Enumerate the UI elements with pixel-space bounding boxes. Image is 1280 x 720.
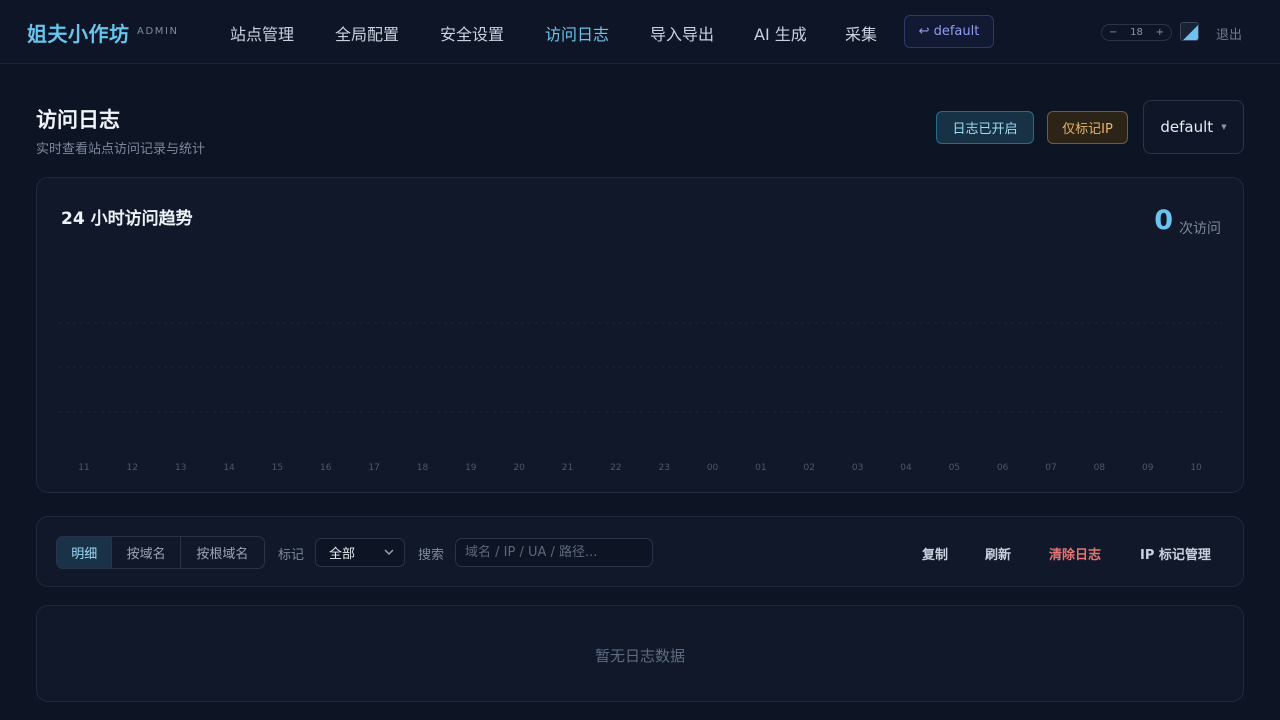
brand-subtitle: ADMIN <box>137 26 179 37</box>
nav-item-ai-generate[interactable]: AI 生成 <box>754 21 807 45</box>
nav-item-security[interactable]: 安全设置 <box>440 21 504 45</box>
search-input[interactable] <box>455 538 653 567</box>
trend-chart: 11 12 13 14 15 16 17 18 19 20 21 22 23 00 01 02 03 04 05 06… <box>59 322 1223 473</box>
log-list-card: 暂无日志数据 <box>36 605 1244 702</box>
x-tick-label: 12 <box>127 463 138 473</box>
refresh-button[interactable]: 刷新 <box>985 544 1011 563</box>
mark-filter-select[interactable]: 全部 <box>315 538 405 567</box>
x-tick-label: 19 <box>465 463 477 473</box>
x-tick-label: 23 <box>658 463 669 473</box>
top-navbar: 姐夫小作坊 ADMIN 站点管理 全局配置 安全设置 访问日志 导入导出 AI … <box>0 0 1280 64</box>
site-select-dropdown[interactable]: default ▼ <box>1143 100 1244 154</box>
x-tick-label: 17 <box>368 463 379 473</box>
x-tick-label: 02 <box>804 463 815 473</box>
chevron-down-icon <box>384 547 394 558</box>
x-tick-label: 22 <box>610 463 621 473</box>
x-tick-label: 10 <box>1190 463 1202 473</box>
trend-chart-card: 24 小时访问趋势 0 次访问 11 12 13 14 15 16 17 18 19 20 21 22… <box>36 177 1244 493</box>
mark-filter-label: 标记 <box>278 548 305 563</box>
font-size-increase-button[interactable]: + <box>1156 27 1164 38</box>
x-tick-label: 20 <box>513 463 525 473</box>
x-tick-label: 00 <box>707 463 719 473</box>
theme-toggle-icon[interactable] <box>1180 22 1199 41</box>
tab-by-domain[interactable]: 按域名 <box>112 537 181 568</box>
font-size-stepper: − 18 + <box>1101 24 1172 41</box>
clear-logs-button[interactable]: 清除日志 <box>1049 544 1101 563</box>
font-size-decrease-button[interactable]: − <box>1109 27 1117 38</box>
log-enabled-badge[interactable]: 日志已开启 <box>936 111 1034 144</box>
font-size-value: 18 <box>1130 27 1143 38</box>
empty-state-text: 暂无日志数据 <box>594 647 685 665</box>
x-tick-label: 16 <box>320 463 332 473</box>
switch-site-label: default <box>933 24 980 39</box>
return-arrow-icon: ↩ <box>918 24 930 39</box>
switch-site-button[interactable]: ↩ default <box>904 15 994 48</box>
x-tick-label: 07 <box>1045 463 1056 473</box>
x-tick-label: 11 <box>78 463 89 473</box>
x-tick-label: 08 <box>1094 463 1106 473</box>
nav-item-access-logs[interactable]: 访问日志 <box>545 21 609 45</box>
x-tick-label: 21 <box>562 463 573 473</box>
x-tick-label: 05 <box>949 463 960 473</box>
x-tick-label: 15 <box>272 463 283 473</box>
x-tick-label: 01 <box>755 463 766 473</box>
tab-by-root-domain[interactable]: 按根域名 <box>181 537 264 568</box>
search-label: 搜索 <box>418 548 445 563</box>
tab-detail[interactable]: 明细 <box>57 537 113 568</box>
page-subtitle: 实时查看站点访问记录与统计 <box>36 142 206 157</box>
x-tick-label: 09 <box>1142 463 1154 473</box>
brand-logo[interactable]: 姐夫小作坊 <box>27 18 130 47</box>
site-select-value: default <box>1160 118 1214 136</box>
nav-item-global-config[interactable]: 全局配置 <box>335 21 399 45</box>
nav-item-sites[interactable]: 站点管理 <box>230 21 294 45</box>
x-tick-label: 18 <box>417 463 429 473</box>
x-tick-label: 03 <box>852 463 863 473</box>
caret-down-icon: ▼ <box>1221 123 1227 131</box>
x-tick-label: 13 <box>175 463 186 473</box>
view-mode-tabs: 明细 按域名 按根域名 <box>56 536 265 569</box>
log-toolbar-card: 明细 按域名 按根域名 标记 全部 搜索 复制 刷新 清除日志 IP 标记管理 <box>36 516 1244 587</box>
ip-mark-manage-button[interactable]: IP 标记管理 <box>1140 544 1211 563</box>
x-tick-label: 14 <box>223 463 235 473</box>
logout-button[interactable]: 退出 <box>1216 24 1242 43</box>
nav-item-collect[interactable]: 采集 <box>845 21 877 45</box>
nav-item-import-export[interactable]: 导入导出 <box>650 21 714 45</box>
x-tick-label: 06 <box>997 463 1009 473</box>
copy-button[interactable]: 复制 <box>922 544 948 563</box>
x-tick-label: 04 <box>900 463 912 473</box>
mark-filter-value: 全部 <box>329 547 356 562</box>
ip-mark-only-badge[interactable]: 仅标记IP <box>1047 111 1128 144</box>
page-title: 访问日志 <box>36 108 120 132</box>
